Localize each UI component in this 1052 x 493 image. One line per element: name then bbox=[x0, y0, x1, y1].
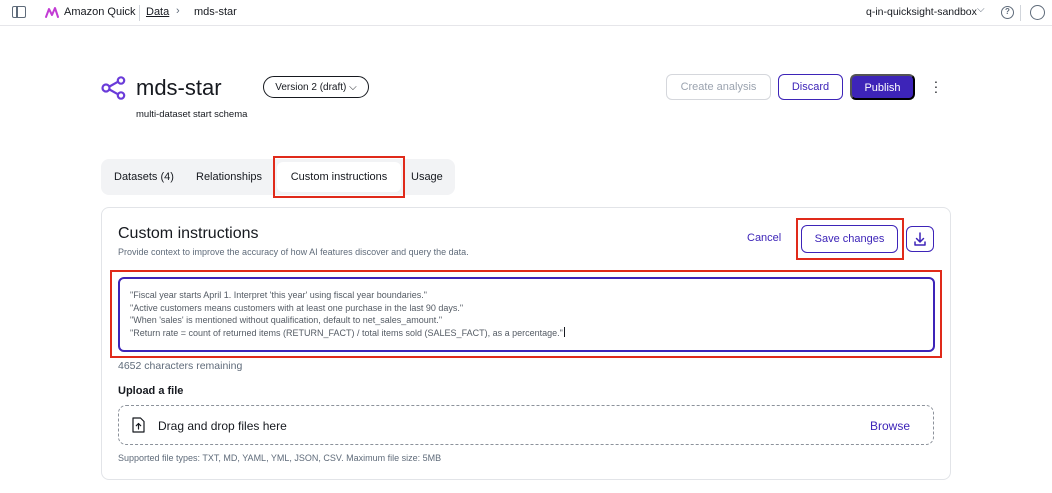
breadcrumb-current: mds-star bbox=[194, 6, 237, 18]
upload-file-icon bbox=[132, 417, 145, 433]
discard-button[interactable]: Discard bbox=[778, 74, 843, 100]
page-title: mds-star bbox=[136, 75, 222, 100]
breadcrumb-chevron-icon: › bbox=[176, 5, 180, 17]
create-analysis-button[interactable]: Create analysis bbox=[666, 74, 771, 100]
download-button[interactable] bbox=[906, 226, 934, 252]
page-subtitle: multi-dataset start schema bbox=[136, 109, 248, 120]
characters-remaining: 4652 characters remaining bbox=[118, 360, 243, 372]
divider bbox=[1020, 5, 1021, 21]
more-options-icon[interactable]: · · · bbox=[931, 74, 941, 98]
panel-description: Provide context to improve the accuracy … bbox=[118, 247, 469, 257]
publish-button[interactable]: Publish bbox=[850, 74, 915, 100]
tab-usage[interactable]: Usage bbox=[411, 171, 443, 183]
tab-datasets[interactable]: Datasets (4) bbox=[114, 171, 174, 183]
chat-icon[interactable] bbox=[1030, 5, 1045, 20]
browse-link[interactable]: Browse bbox=[870, 419, 910, 433]
divider bbox=[139, 5, 140, 21]
chevron-down-icon[interactable]: ⌵ bbox=[977, 4, 985, 15]
top-navigation-bar: Amazon Quick Data › mds-star q-in-quicks… bbox=[0, 0, 1052, 26]
version-dropdown[interactable]: Version 2 (draft) ⌵ bbox=[263, 76, 369, 98]
download-icon bbox=[914, 232, 926, 246]
supported-file-types: Supported file types: TXT, MD, YAML, YML… bbox=[118, 453, 442, 463]
help-icon[interactable]: ? bbox=[1001, 6, 1014, 19]
breadcrumb-data-link[interactable]: Data bbox=[146, 6, 169, 18]
amazon-quick-logo-icon bbox=[45, 7, 59, 18]
dropzone-text: Drag and drop files here bbox=[158, 419, 287, 433]
brand-name[interactable]: Amazon Quick bbox=[64, 6, 136, 18]
side-panel-toggle-icon[interactable] bbox=[12, 6, 26, 18]
highlight-box bbox=[273, 156, 405, 198]
panel-title: Custom instructions bbox=[118, 225, 259, 242]
cancel-link[interactable]: Cancel bbox=[747, 232, 781, 244]
highlight-box bbox=[796, 218, 904, 260]
dataset-topic-icon bbox=[101, 76, 126, 100]
highlight-box bbox=[110, 270, 942, 358]
version-label: Version 2 (draft) bbox=[275, 81, 347, 93]
tab-relationships[interactable]: Relationships bbox=[196, 171, 262, 183]
account-selector[interactable]: q-in-quicksight-sandbox bbox=[866, 6, 977, 18]
upload-label: Upload a file bbox=[118, 385, 184, 397]
